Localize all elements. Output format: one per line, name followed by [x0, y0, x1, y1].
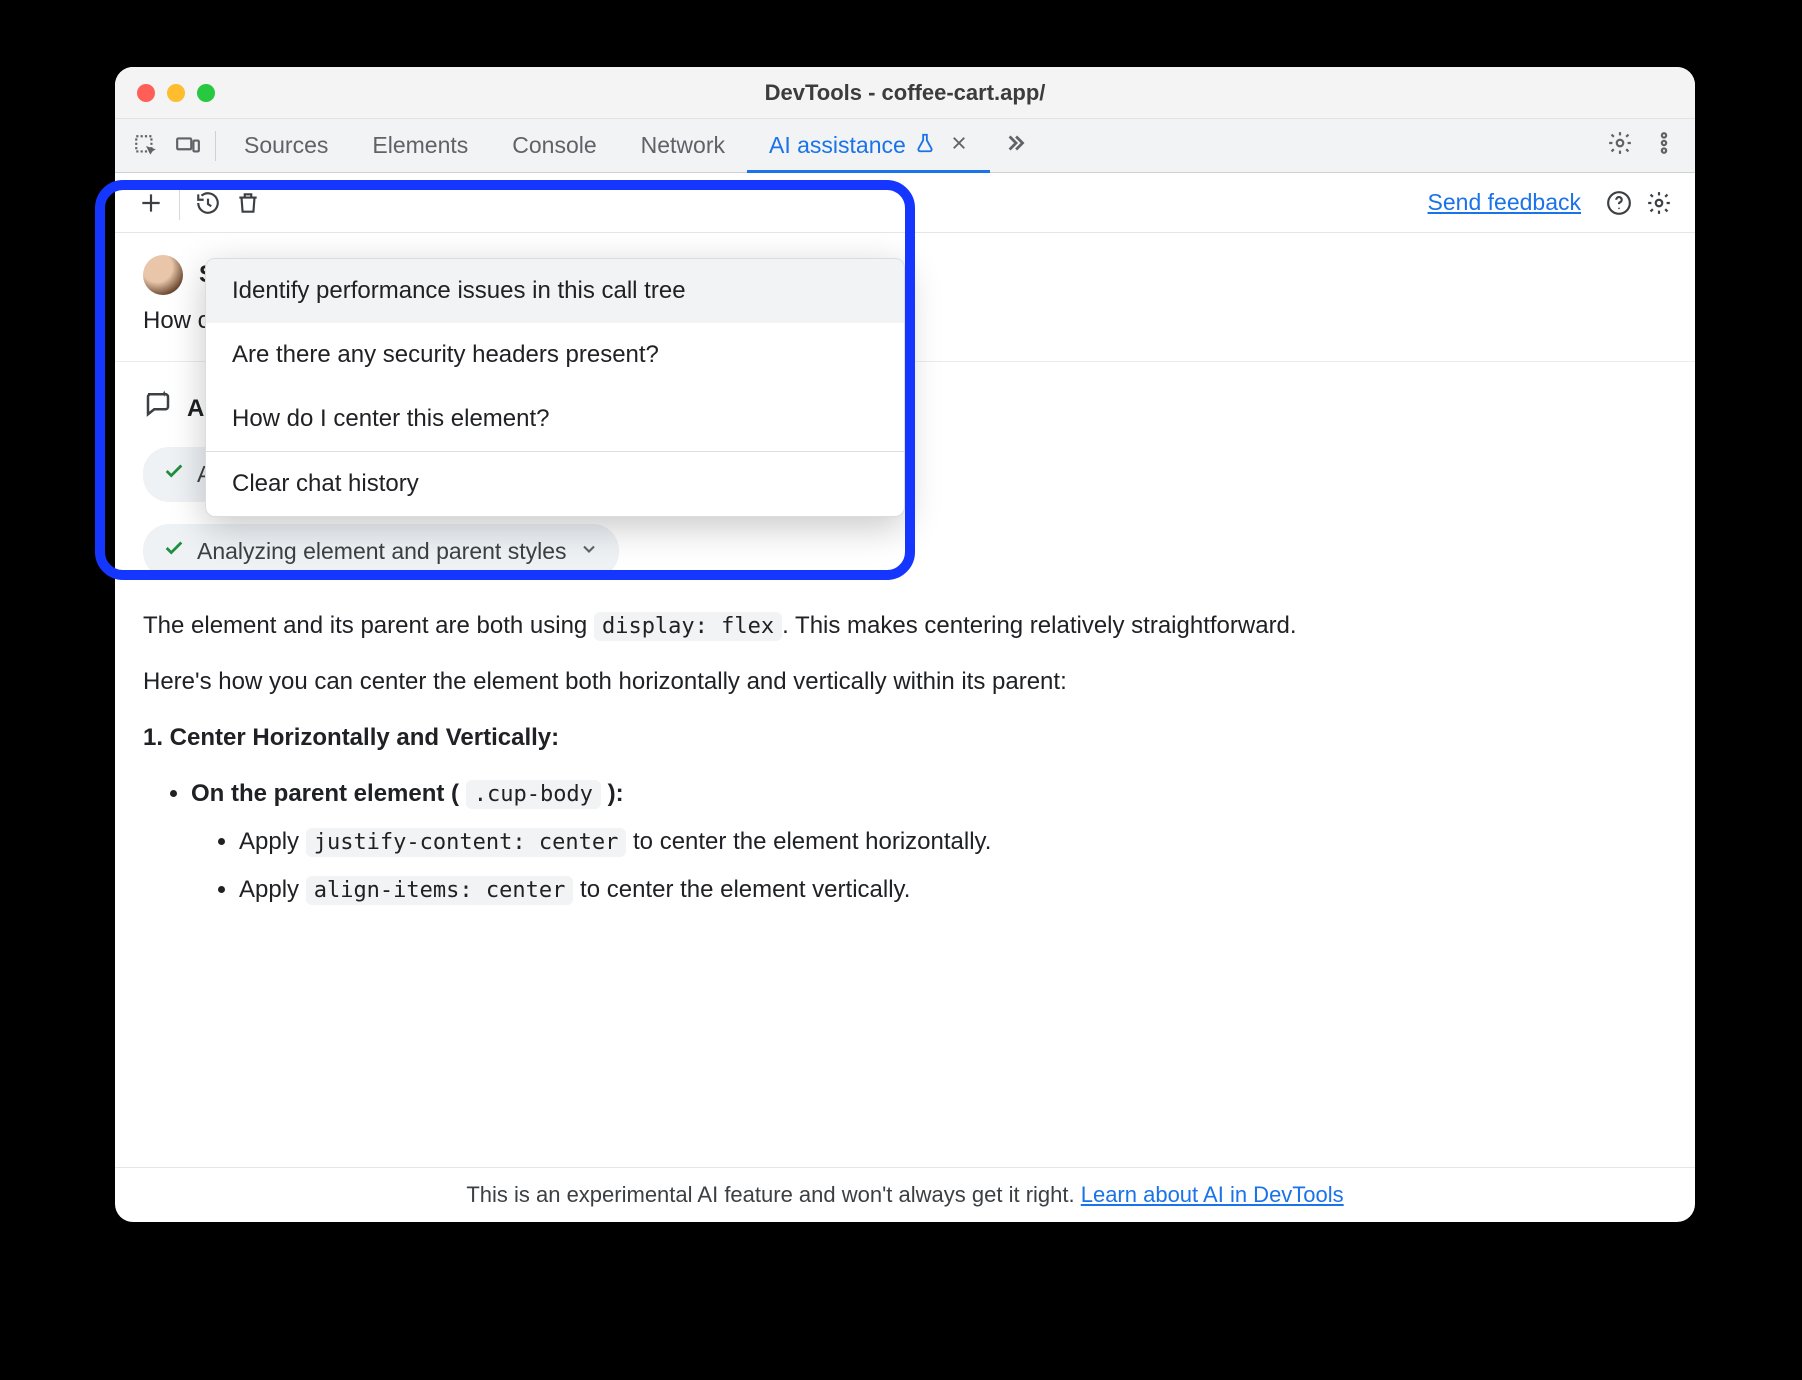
experiment-beaker-icon	[914, 132, 936, 160]
code-inline: display: flex	[594, 612, 782, 641]
text: to center the element vertically.	[573, 876, 910, 903]
tab-label: AI assistance	[769, 132, 906, 159]
code-inline: .cup-body	[466, 780, 601, 809]
titlebar: DevTools - coffee-cart.app/	[115, 67, 1695, 119]
experimental-footer: This is an experimental AI feature and w…	[115, 1167, 1695, 1222]
code-inline: align-items: center	[306, 876, 574, 905]
send-feedback-link[interactable]: Send feedback	[1428, 189, 1581, 216]
ai-assistance-toolbar: Send feedback	[115, 173, 1695, 233]
tab-sources[interactable]: Sources	[222, 119, 350, 172]
clear-history-label: Clear chat history	[232, 470, 419, 497]
tab-label: Console	[512, 132, 596, 159]
tab-ai-assistance[interactable]: AI assistance	[747, 119, 990, 172]
new-chat-button[interactable]	[131, 183, 171, 223]
history-item-label: How do I center this element?	[232, 405, 550, 432]
learn-about-ai-link[interactable]: Learn about AI in DevTools	[1081, 1182, 1344, 1207]
inspect-element-icon[interactable]	[125, 133, 167, 159]
device-toolbar-icon[interactable]	[167, 133, 209, 159]
footer-text: This is an experimental AI feature and w…	[466, 1182, 1080, 1207]
text: to center the element horizontally.	[626, 828, 991, 855]
clear-history-item[interactable]: Clear chat history	[206, 452, 904, 516]
history-item[interactable]: Identify performance issues in this call…	[206, 259, 904, 323]
chip-label: Analyzing element and parent styles	[197, 534, 567, 569]
text: The element and its parent are both usin…	[143, 612, 594, 639]
code-inline: justify-content: center	[306, 828, 627, 857]
tab-label: Elements	[372, 132, 468, 159]
checkmark-icon	[163, 534, 185, 569]
history-item[interactable]: Are there any security headers present?	[206, 323, 904, 387]
ai-label: A	[187, 391, 204, 427]
text: On the parent element (	[191, 780, 466, 807]
kebab-menu-icon[interactable]	[1651, 130, 1677, 161]
chat-history-menu: Identify performance issues in this call…	[205, 258, 905, 517]
history-button[interactable]	[188, 183, 228, 223]
divider	[215, 131, 216, 161]
text: . This makes centering relatively straig…	[782, 612, 1296, 639]
status-chip-analyzing-styles[interactable]: Analyzing element and parent styles	[143, 524, 619, 579]
panel-settings-gear-icon[interactable]	[1639, 183, 1679, 223]
tab-label: Network	[641, 132, 725, 159]
delete-chat-button[interactable]	[228, 183, 268, 223]
text: ):	[601, 780, 624, 807]
tab-bar: Sources Elements Console Network AI assi…	[115, 119, 1695, 173]
history-item-label: Are there any security headers present?	[232, 341, 659, 368]
devtools-window: DevTools - coffee-cart.app/ Sources Elem…	[115, 67, 1695, 1222]
text: Apply	[239, 828, 306, 855]
tab-network[interactable]: Network	[619, 119, 747, 172]
list-item: Apply align-items: center to center the …	[239, 872, 1667, 908]
user-avatar	[143, 255, 183, 295]
ai-response-body: The element and its parent are both usin…	[143, 608, 1667, 908]
tab-elements[interactable]: Elements	[350, 119, 490, 172]
text: Here's how you can center the element bo…	[143, 664, 1667, 700]
divider	[179, 186, 180, 220]
more-tabs-icon[interactable]	[990, 130, 1040, 161]
window-title: DevTools - coffee-cart.app/	[115, 80, 1695, 106]
tab-label: Sources	[244, 132, 328, 159]
tab-console[interactable]: Console	[490, 119, 618, 172]
settings-gear-icon[interactable]	[1607, 130, 1633, 161]
section-heading: 1. Center Horizontally and Vertically:	[143, 720, 1667, 756]
close-tab-icon[interactable]	[950, 134, 968, 158]
history-item[interactable]: How do I center this element?	[206, 387, 904, 451]
list-item: Apply justify-content: center to center …	[239, 824, 1667, 860]
checkmark-icon	[163, 457, 185, 492]
ai-sparkle-chat-icon	[143, 388, 173, 429]
text: Apply	[239, 876, 306, 903]
chevron-down-icon	[579, 534, 599, 569]
history-item-label: Identify performance issues in this call…	[232, 277, 686, 304]
help-icon[interactable]	[1599, 183, 1639, 223]
list-item: On the parent element ( .cup-body ): App…	[191, 776, 1667, 908]
